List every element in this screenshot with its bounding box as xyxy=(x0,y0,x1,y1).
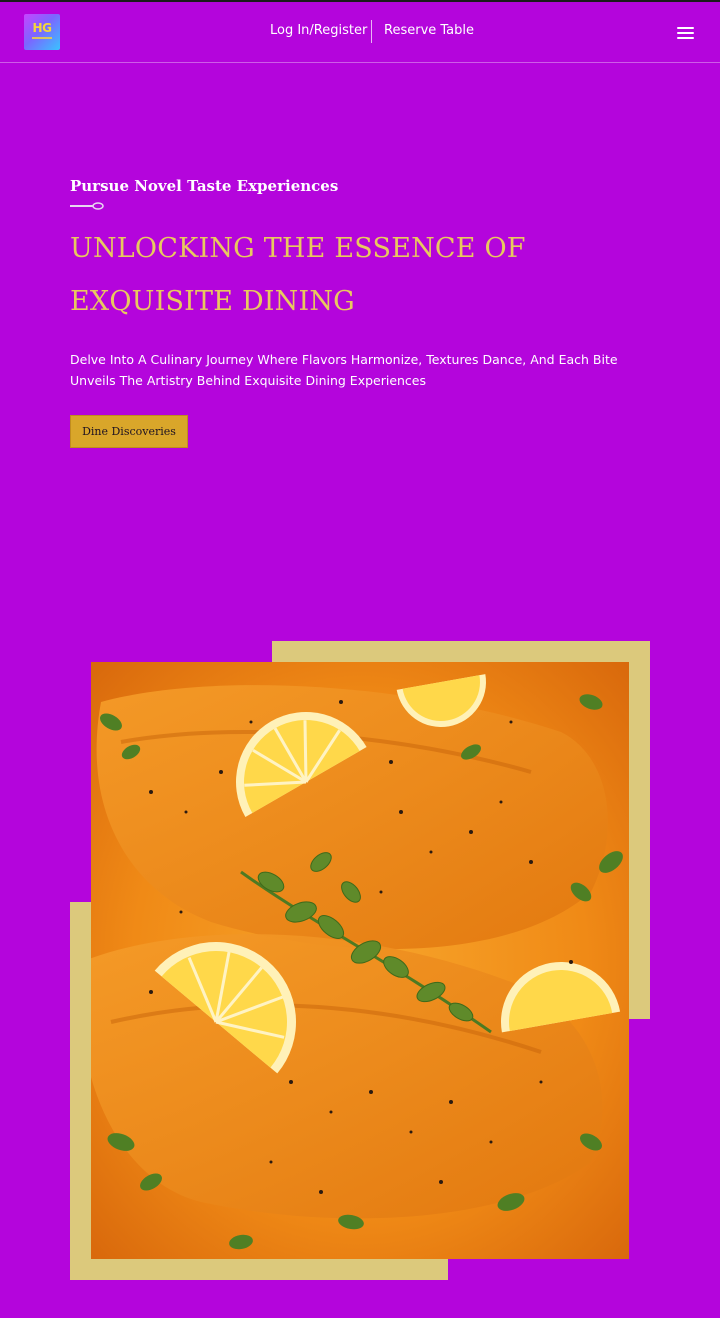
hero-eyebrow: Pursue Novel Taste Experiences xyxy=(70,177,339,195)
menu-bar xyxy=(677,37,694,39)
login-register-link[interactable]: Log In/Register xyxy=(270,22,367,40)
food-illustration xyxy=(91,662,629,1259)
menu-bar xyxy=(677,27,694,29)
hero-headline: UNLOCKING THE ESSENCE OF EXQUISITE DININ… xyxy=(70,233,526,317)
hero-description: Delve Into A Culinary Journey Where Flav… xyxy=(70,352,618,388)
site-header: HG Log In/Register Reserve Table xyxy=(0,2,720,63)
salmon-dish-image xyxy=(91,662,629,1259)
hamburger-menu-icon[interactable] xyxy=(675,24,697,40)
menu-bar xyxy=(677,32,694,34)
top-nav: Log In/Register Reserve Table xyxy=(0,2,720,63)
reserve-table-link[interactable]: Reserve Table xyxy=(384,22,474,40)
spoon-icon xyxy=(70,202,104,210)
dine-discoveries-button[interactable]: Dine Discoveries xyxy=(70,415,188,448)
nav-divider xyxy=(371,20,372,43)
landing-page: HG Log In/Register Reserve Table Pursue … xyxy=(0,0,720,1318)
